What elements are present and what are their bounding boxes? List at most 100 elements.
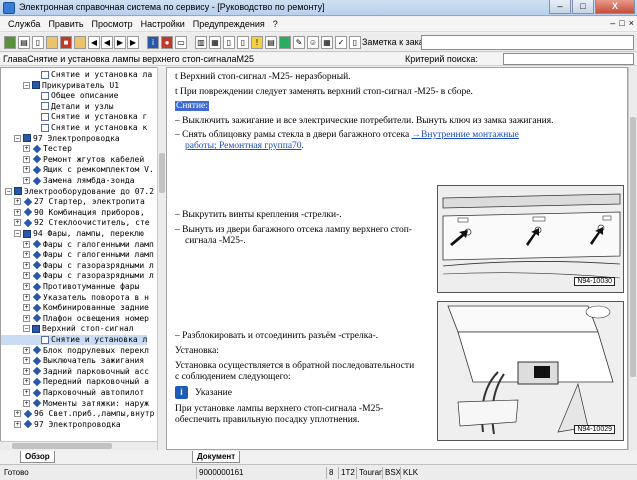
doc-restore-button[interactable]: □	[619, 18, 624, 28]
expand-icon[interactable]: +	[23, 357, 30, 365]
print-icon[interactable]: ▤	[18, 36, 30, 49]
puzzle-icon[interactable]: ▦	[321, 36, 333, 49]
tree-item[interactable]: +97 Электропроводка	[1, 420, 121, 430]
maximize-button[interactable]: □	[572, 0, 594, 14]
expand-icon[interactable]: +	[23, 240, 30, 248]
tree-horizontal-scrollbar[interactable]	[0, 441, 157, 450]
tree-item[interactable]: Детали и узлы	[1, 102, 114, 112]
expand-icon[interactable]: +	[14, 420, 21, 428]
menu-service[interactable]: Служба	[4, 19, 44, 29]
prev-icon[interactable]: ◀	[101, 36, 113, 49]
tree-item[interactable]: + Парковочный автопилот	[1, 388, 144, 398]
menu-edit[interactable]: Править	[44, 19, 87, 29]
tree-item[interactable]: + Комбинированные задние	[1, 303, 149, 313]
order-note-input[interactable]	[421, 35, 634, 50]
tree-item[interactable]: − Верхний стоп-сигнал	[1, 324, 134, 334]
first-icon[interactable]: ◀	[88, 36, 100, 49]
expand-icon[interactable]: +	[23, 399, 30, 407]
document2-icon[interactable]: ▯	[349, 36, 361, 49]
expand-icon[interactable]: +	[23, 283, 30, 290]
collapse-icon[interactable]: −	[23, 81, 30, 89]
expand-icon[interactable]: +	[23, 177, 30, 184]
tree-item[interactable]: + Передний парковочный а	[1, 377, 149, 387]
tab-overview[interactable]: Обзор	[20, 451, 55, 463]
expand-icon[interactable]: +	[14, 208, 21, 216]
close-button[interactable]: X	[595, 0, 635, 14]
expand-icon[interactable]: +	[23, 304, 30, 312]
doc-close-button[interactable]: ×	[629, 18, 634, 28]
tree-item[interactable]: + Ремонт жгутов кабелей	[1, 155, 144, 165]
expand-icon[interactable]: +	[23, 367, 30, 375]
car-icon[interactable]: ▭	[175, 36, 187, 49]
tree-item[interactable]: +27 Стартер, электропита	[1, 197, 145, 207]
tree-item[interactable]: + Фары с газоразрядными л	[1, 261, 154, 271]
tree-item[interactable]: + Противотуманные фары	[1, 282, 139, 292]
collapse-icon[interactable]: −	[23, 325, 30, 333]
collapse-icon[interactable]: −	[14, 230, 21, 237]
menu-help[interactable]: ?	[269, 19, 282, 29]
tree-item[interactable]: + Выключатель зажигания	[1, 356, 144, 366]
minimize-button[interactable]: –	[549, 0, 571, 14]
stop-icon[interactable]: ■	[60, 36, 72, 49]
expand-icon[interactable]: +	[23, 293, 30, 301]
collapse-icon[interactable]: −	[5, 187, 12, 195]
tree-item[interactable]: Снятие и установка к	[1, 123, 147, 133]
tree-item[interactable]: +96 Свет.приб.,лампы,внутр	[1, 409, 154, 419]
tree-item[interactable]: +90 Комбинация приборов,	[1, 208, 145, 218]
tool-icon[interactable]: ✎	[293, 36, 305, 49]
collapse-icon[interactable]: −	[14, 134, 21, 142]
folder-open-icon[interactable]	[74, 36, 86, 49]
document-vertical-scrollbar[interactable]	[628, 67, 637, 450]
stop-red-icon[interactable]: ●	[161, 36, 173, 49]
expand-icon[interactable]: +	[23, 378, 30, 386]
tree-scroll-thumb[interactable]	[159, 153, 165, 193]
tree-item[interactable]: + Фары с галогенными ламп	[1, 250, 154, 260]
tree-item[interactable]: + Указатель поворота в н	[1, 293, 149, 303]
tree-item[interactable]: +92 Стеклоочиститель, сте	[1, 218, 150, 228]
tree-item[interactable]: Общее описание	[1, 91, 118, 101]
book2-icon[interactable]: ▥	[195, 36, 207, 49]
search-criteria-input[interactable]	[503, 53, 634, 65]
menu-settings[interactable]: Настройки	[137, 19, 189, 29]
expand-icon[interactable]: +	[14, 410, 21, 418]
tree-item[interactable]: − Прикуриватель U1	[1, 81, 119, 91]
tree-item[interactable]: + Фары с галогенными ламп	[1, 240, 154, 250]
tree-hscroll-thumb[interactable]	[12, 443, 112, 449]
check-icon[interactable]: ✓	[335, 36, 347, 49]
expand-icon[interactable]: +	[23, 145, 30, 153]
document-icon[interactable]: ▯	[32, 36, 44, 49]
last-icon[interactable]: ▶	[127, 36, 139, 49]
tree-item[interactable]: − 94 Фары, лампы, переклю	[1, 229, 144, 239]
tree-item[interactable]: + Ящик с ремкомплектом V.	[1, 165, 154, 175]
tree-item[interactable]: Снятие и установка г	[1, 112, 147, 122]
expand-icon[interactable]: +	[23, 389, 30, 396]
tree-item[interactable]: − 97 Электропроводка	[1, 134, 120, 144]
expand-icon[interactable]: +	[23, 314, 30, 322]
expand-icon[interactable]: +	[23, 155, 30, 163]
tree-item[interactable]: + Фары с газоразрядными л	[1, 271, 154, 281]
book-icon[interactable]	[4, 36, 16, 49]
tree-item[interactable]: + Тестер	[1, 144, 72, 154]
tree-vertical-scrollbar[interactable]	[157, 67, 165, 450]
expand-icon[interactable]: +	[14, 198, 21, 206]
tree-item[interactable]: + Блок подрулевых перекл	[1, 346, 149, 356]
doc-minimize-button[interactable]: –	[610, 18, 615, 28]
color-icon[interactable]	[279, 36, 291, 49]
calculator-icon[interactable]: ▦	[209, 36, 221, 49]
tree-item[interactable]: Снятие и установка ла	[1, 70, 152, 80]
next-icon[interactable]: ▶	[114, 36, 126, 49]
step-2-link[interactable]: →Внутренние монтажные	[412, 130, 519, 140]
expand-icon[interactable]: +	[23, 272, 30, 280]
page-icon[interactable]: ▯	[223, 36, 235, 49]
tree-item[interactable]: + Задний парковочный асс	[1, 367, 149, 377]
expand-icon[interactable]: +	[23, 261, 30, 269]
tree-item[interactable]: + Моменты затяжки: наруж	[1, 399, 149, 409]
doc-icon[interactable]: ▯	[237, 36, 249, 49]
menu-warnings[interactable]: Предупреждения	[189, 19, 269, 29]
tree-item[interactable]: Снятие и установка л	[1, 335, 148, 346]
tree-item[interactable]: + Замена лямбда-зонда	[1, 176, 135, 186]
chart-icon[interactable]: ▤	[265, 36, 277, 49]
expand-icon[interactable]: +	[14, 219, 21, 227]
tab-document[interactable]: Документ	[192, 451, 241, 463]
folder-icon[interactable]	[46, 36, 58, 49]
